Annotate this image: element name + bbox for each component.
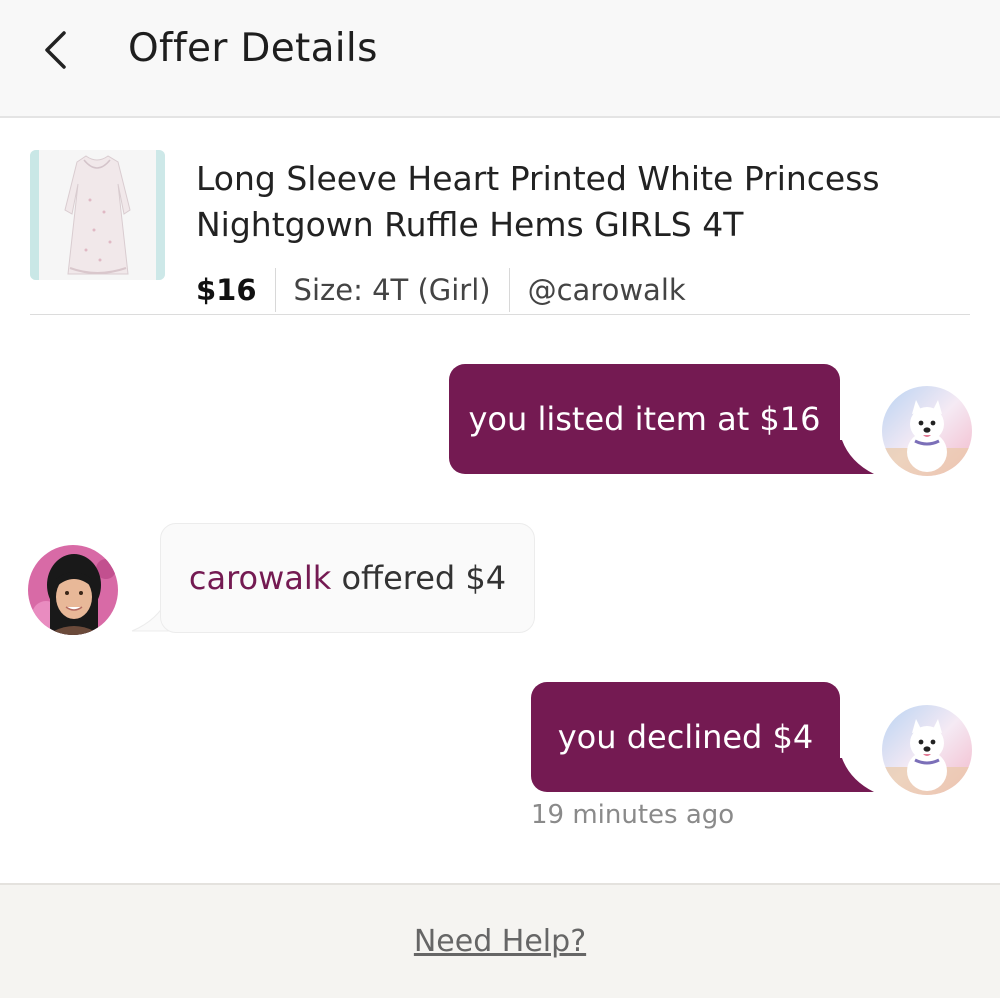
message-text: carowalk offered $4 — [189, 559, 506, 597]
product-meta: $16 Size: 4T (Girl) @carowalk — [196, 266, 686, 314]
product-size: Size: 4T (Girl) — [293, 273, 491, 307]
product-thumbnail[interactable] — [30, 150, 165, 280]
message-bubble-declined: you declined $4 — [531, 682, 840, 792]
message-text: you listed item at $16 — [468, 400, 821, 438]
product-title[interactable]: Long Sleeve Heart Printed White Princess… — [196, 156, 956, 248]
header-bar: Offer Details — [0, 0, 1000, 118]
nightgown-image — [30, 150, 165, 280]
message-bubble-offer: carowalk offered $4 — [160, 523, 535, 633]
offer-username[interactable]: carowalk — [189, 559, 331, 597]
dog-avatar-icon — [882, 705, 972, 795]
avatar[interactable] — [882, 386, 972, 476]
product-price: $16 — [196, 273, 257, 307]
page-title: Offer Details — [128, 26, 378, 71]
message-timestamp: 19 minutes ago — [531, 800, 735, 830]
avatar[interactable] — [882, 705, 972, 795]
message-bubble-listed: you listed item at $16 — [449, 364, 840, 474]
chevron-left-icon[interactable] — [40, 30, 74, 70]
footer-bar: Need Help? — [0, 883, 1000, 998]
need-help-link[interactable]: Need Help? — [414, 924, 586, 959]
message-text: you declined $4 — [557, 718, 814, 756]
offer-text: offered $4 — [331, 559, 507, 597]
user-avatar-icon — [28, 545, 118, 635]
dog-avatar-icon — [882, 386, 972, 476]
divider — [274, 268, 276, 312]
bubble-tail — [820, 440, 874, 474]
divider — [508, 268, 510, 312]
seller-handle[interactable]: @carowalk — [528, 273, 686, 307]
avatar[interactable] — [28, 545, 118, 635]
bubble-tail — [820, 758, 874, 792]
product-summary[interactable]: Long Sleeve Heart Printed White Princess… — [30, 148, 970, 315]
